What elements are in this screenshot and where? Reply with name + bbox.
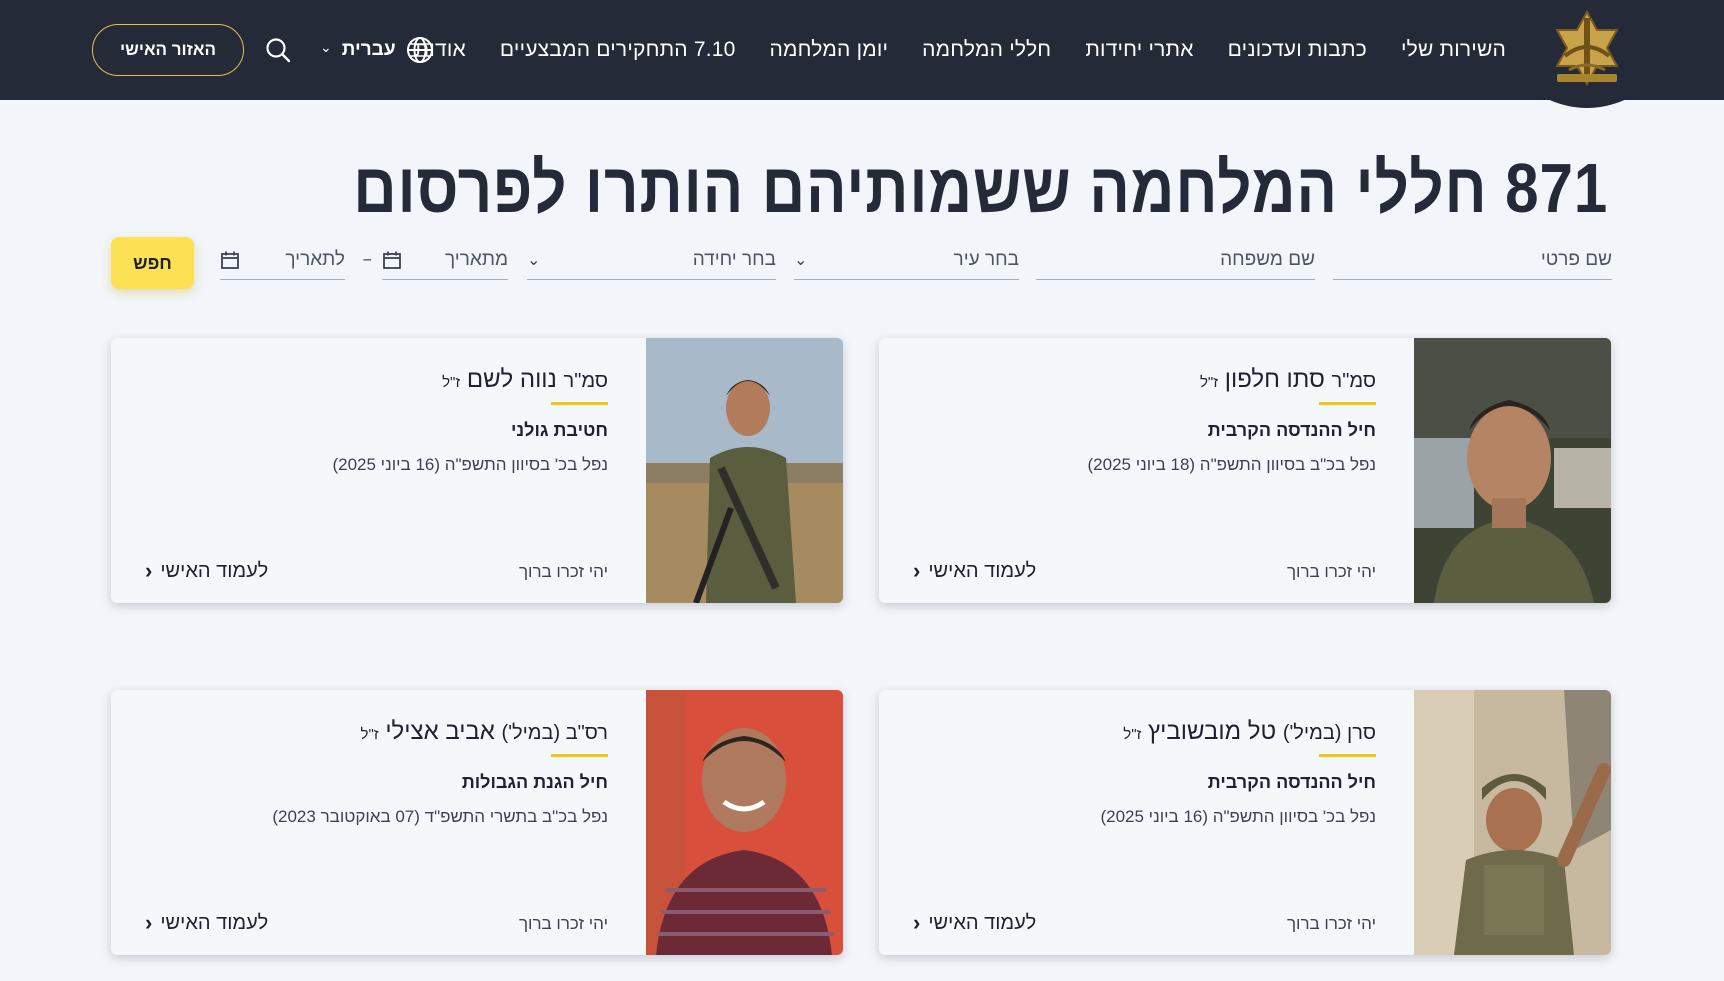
language-selector[interactable]: עברית ⌄ bbox=[320, 32, 434, 68]
last-name-field[interactable] bbox=[1036, 240, 1315, 280]
personal-page-label: לעמוד האישי bbox=[160, 559, 269, 582]
page-title: 871 חללי המלחמה ששמותיהם הותרו לפרסום bbox=[353, 149, 1608, 227]
personal-page-link[interactable]: לעמוד האישי ‹ bbox=[913, 910, 1036, 936]
idf-emblem-icon[interactable] bbox=[1534, 0, 1640, 114]
last-name-input[interactable] bbox=[1036, 248, 1315, 271]
chevron-left-icon: ‹ bbox=[913, 910, 921, 935]
card-body: סמ"ר נווה לשם ז"ל חטיבת גולני נפל בכ' בס… bbox=[145, 366, 608, 603]
soldier-unit: חיל ההנדסה הקרבית bbox=[1207, 772, 1376, 792]
soldier-photo bbox=[646, 690, 843, 955]
soldier-card: רס"ב (במיל') אביב אצילי ז"ל חיל הגנת הגב… bbox=[111, 690, 843, 955]
to-date-field[interactable]: לתאריך bbox=[220, 240, 345, 280]
globe-icon bbox=[406, 36, 434, 64]
personal-page-link[interactable]: לעמוד האישי ‹ bbox=[145, 910, 268, 936]
top-navigation-bar: השירות שלי כתבות ועדכונים אתרי יחידות חל… bbox=[0, 0, 1724, 108]
soldier-suffix: ז"ל bbox=[360, 726, 379, 743]
chevron-down-icon: ⌄ bbox=[527, 251, 541, 269]
nav-item-unit-sites[interactable]: אתרי יחידות bbox=[1085, 38, 1193, 62]
soldier-card: סמ"ר סתו חלפון ז"ל חיל ההנדסה הקרבית נפל… bbox=[879, 338, 1611, 603]
soldier-suffix: ז"ל bbox=[442, 374, 461, 391]
memorial-text: יהי זכרו ברוך bbox=[1286, 914, 1376, 933]
name-underline bbox=[1319, 754, 1376, 757]
from-date-label: מתאריך bbox=[445, 248, 508, 270]
soldier-rank: סמ"ר bbox=[563, 370, 608, 392]
personal-page-label: לעמוד האישי bbox=[928, 911, 1037, 934]
soldier-name: סמ"ר נווה לשם ז"ל bbox=[145, 366, 608, 394]
soldier-unit: חטיבת גולני bbox=[510, 420, 608, 440]
soldier-suffix: ז"ל bbox=[1199, 374, 1219, 391]
chevron-left-icon: ‹ bbox=[145, 558, 153, 583]
soldier-card: סרן (במיל') טל מובשוביץ ז"ל חיל ההנדסה ה… bbox=[879, 690, 1611, 955]
soldier-name: סרן (במיל') טל מובשוביץ ז"ל bbox=[913, 718, 1376, 746]
nav-item-my-service[interactable]: השירות שלי bbox=[1401, 38, 1506, 62]
nav-item-articles[interactable]: כתבות ועדכונים bbox=[1228, 38, 1367, 62]
soldier-unit: חיל ההנדסה הקרבית bbox=[1207, 420, 1376, 440]
nav-item-fallen-soldiers[interactable]: חללי המלחמה bbox=[922, 38, 1051, 62]
from-date-field[interactable]: מתאריך bbox=[382, 240, 508, 280]
search-icon[interactable] bbox=[264, 36, 292, 64]
soldier-suffix: ז"ל bbox=[1123, 726, 1142, 743]
to-date-label: לתאריך bbox=[285, 248, 345, 270]
personal-area-button[interactable]: האזור האישי bbox=[92, 24, 244, 76]
soldier-fullname: אביב אצילי bbox=[385, 718, 495, 745]
first-name-input[interactable] bbox=[1333, 248, 1612, 271]
personal-page-link[interactable]: לעמוד האישי ‹ bbox=[145, 558, 268, 584]
memorial-text: יהי זכרו ברוך bbox=[518, 914, 608, 933]
nav-item-operational-inquiries[interactable]: 7.10 התחקירים המבצעיים bbox=[500, 38, 736, 62]
unit-select-label: בחר יחידה bbox=[692, 248, 776, 270]
memorial-text: יהי זכרו ברוך bbox=[1286, 562, 1376, 581]
name-underline bbox=[1319, 402, 1376, 405]
card-body: סרן (במיל') טל מובשוביץ ז"ל חיל ההנדסה ה… bbox=[913, 718, 1376, 955]
calendar-icon[interactable] bbox=[220, 250, 240, 270]
soldier-name: סמ"ר סתו חלפון ז"ל bbox=[913, 366, 1376, 394]
soldier-fullname: טל מובשוביץ bbox=[1148, 718, 1277, 745]
chevron-down-icon: ⌄ bbox=[794, 251, 808, 269]
name-underline bbox=[551, 402, 608, 405]
soldier-fullname: סתו חלפון bbox=[1224, 366, 1325, 393]
soldier-rank: רס"ב (במיל') bbox=[501, 722, 608, 744]
search-filters: בחר עיר ⌄ בחר יחידה ⌄ מתאריך – לתאריך חפ… bbox=[108, 237, 1612, 290]
unit-select[interactable]: בחר יחידה ⌄ bbox=[527, 240, 776, 280]
soldier-fell-date: נפל בכ' בסיוון התשפ"ה (16 ביוני 2025) bbox=[332, 455, 608, 474]
main-navigation: השירות שלי כתבות ועדכונים אתרי יחידות חל… bbox=[415, 0, 1506, 100]
soldier-fell-date: נפל בכ"ב בתשרי התשפ"ד (07 באוקטובר 2023) bbox=[272, 807, 608, 826]
chevron-down-icon: ⌄ bbox=[320, 40, 332, 56]
soldier-rank: סרן (במיל') bbox=[1282, 722, 1376, 744]
card-body: סמ"ר סתו חלפון ז"ל חיל ההנדסה הקרבית נפל… bbox=[913, 366, 1376, 603]
chevron-left-icon: ‹ bbox=[145, 910, 153, 935]
search-button[interactable]: חפש bbox=[111, 237, 194, 289]
language-label: עברית bbox=[341, 39, 396, 60]
city-select-label: בחר עיר bbox=[953, 248, 1019, 270]
soldier-unit: חיל הגנת הגבולות bbox=[461, 772, 608, 792]
date-range-separator: – bbox=[362, 248, 373, 270]
personal-page-label: לעמוד האישי bbox=[928, 559, 1037, 582]
soldier-photo bbox=[1414, 338, 1611, 603]
first-name-field[interactable] bbox=[1333, 240, 1612, 280]
personal-page-label: לעמוד האישי bbox=[160, 911, 269, 934]
soldier-name: רס"ב (במיל') אביב אצילי ז"ל bbox=[145, 718, 608, 746]
chevron-left-icon: ‹ bbox=[913, 558, 921, 583]
soldier-photo bbox=[646, 338, 843, 603]
city-select[interactable]: בחר עיר ⌄ bbox=[794, 240, 1019, 280]
calendar-icon[interactable] bbox=[382, 250, 402, 270]
soldier-photo bbox=[1414, 690, 1611, 955]
name-underline bbox=[551, 754, 608, 757]
soldier-fell-date: נפל בכ"ב בסיוון התשפ"ה (18 ביוני 2025) bbox=[1087, 455, 1377, 474]
card-body: רס"ב (במיל') אביב אצילי ז"ל חיל הגנת הגב… bbox=[145, 718, 608, 955]
personal-page-link[interactable]: לעמוד האישי ‹ bbox=[913, 558, 1036, 584]
soldier-rank: סמ"ר bbox=[1331, 370, 1376, 392]
memorial-text: יהי זכרו ברוך bbox=[518, 562, 608, 581]
nav-item-war-diary[interactable]: יומן המלחמה bbox=[770, 38, 889, 62]
soldier-fullname: נווה לשם bbox=[466, 366, 557, 393]
soldier-fell-date: נפל בכ' בסיוון התשפ"ה (16 ביוני 2025) bbox=[1100, 807, 1376, 826]
soldier-card: סמ"ר נווה לשם ז"ל חטיבת גולני נפל בכ' בס… bbox=[111, 338, 843, 603]
